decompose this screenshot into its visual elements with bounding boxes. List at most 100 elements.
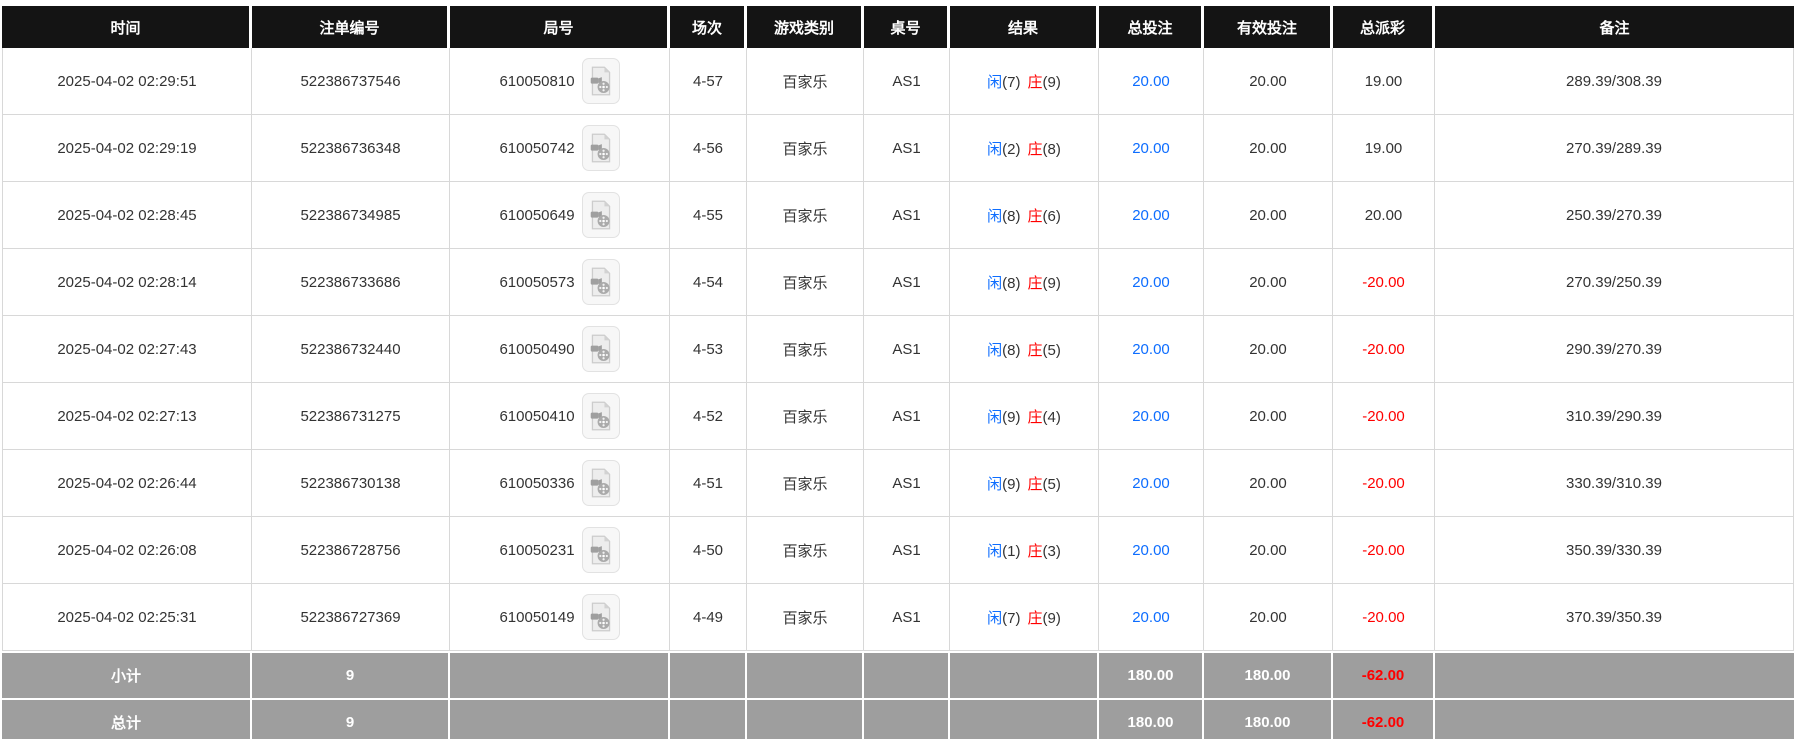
time-cell: 2025-04-02 02:28:14 (2, 249, 252, 316)
table-row: 2025-04-02 02:27:43 522386732440 6100504… (2, 316, 1794, 383)
banker-result-label: 庄 (1027, 341, 1043, 359)
banker-result-score: (6) (1042, 207, 1061, 225)
total-bet-cell: 20.00 (1099, 450, 1204, 517)
banker-result-score: (3) (1042, 542, 1061, 560)
round-no-cell: 610050490 (450, 316, 670, 383)
player-result-score: (8) (1002, 341, 1021, 359)
video-replay-button[interactable] (581, 594, 620, 640)
player-result-label: 闲 (987, 207, 1003, 225)
total-row: 总计 9 180.00 180.00 -62.00 (2, 698, 1794, 739)
result-cell: 闲(7) 庄(9) (950, 584, 1099, 651)
round-no-text: 610050410 (499, 407, 575, 425)
video-replay-button[interactable] (581, 192, 620, 238)
footer-empty-cell (450, 698, 670, 739)
footer-empty-cell (950, 698, 1099, 739)
session-cell: 4-55 (670, 182, 747, 249)
player-result-label: 闲 (987, 408, 1003, 426)
round-no-text: 610050649 (499, 206, 575, 224)
round-no-cell: 610050742 (450, 115, 670, 182)
session-cell: 4-51 (670, 450, 747, 517)
time-cell: 2025-04-02 02:28:45 (2, 182, 252, 249)
valid-bet-cell: 20.00 (1204, 115, 1333, 182)
total-bet-cell: 20.00 (1099, 115, 1204, 182)
remark-cell: 270.39/289.39 (1435, 115, 1794, 182)
total-bet-cell: 20.00 (1099, 249, 1204, 316)
player-result-label: 闲 (987, 542, 1003, 560)
game-type-cell: 百家乐 (747, 517, 864, 584)
video-file-icon (590, 66, 610, 96)
table-no-cell: AS1 (864, 450, 950, 517)
total-label-cell: 总计 (2, 698, 252, 739)
video-replay-button[interactable] (581, 58, 620, 104)
payout-cell: -20.00 (1333, 584, 1435, 651)
total-valid-bet-cell: 180.00 (1204, 698, 1333, 739)
bet-no-cell: 522386730138 (252, 450, 450, 517)
video-replay-button[interactable] (581, 259, 620, 305)
valid-bet-cell: 20.00 (1204, 584, 1333, 651)
table-no-cell: AS1 (864, 115, 950, 182)
round-no-text: 610050336 (499, 474, 575, 492)
footer-payout-cell: -62.00 (1333, 651, 1435, 698)
banker-result-label: 庄 (1027, 408, 1043, 426)
bet-no-cell: 522386731275 (252, 383, 450, 450)
footer-payout-cell: -62.00 (1333, 698, 1435, 739)
video-replay-button[interactable] (581, 460, 620, 506)
footer-empty-cell (747, 698, 864, 739)
banker-result-label: 庄 (1027, 274, 1043, 292)
total-bet-cell: 20.00 (1099, 517, 1204, 584)
video-replay-button[interactable] (581, 326, 620, 372)
subtotal-count-cell: 9 (252, 651, 450, 698)
footer-empty-cell (450, 651, 670, 698)
bet-no-cell: 522386734985 (252, 182, 450, 249)
player-result-score: (9) (1002, 408, 1021, 426)
player-result-label: 闲 (987, 341, 1003, 359)
valid-bet-cell: 20.00 (1204, 316, 1333, 383)
video-file-icon (590, 535, 610, 565)
player-result-label: 闲 (987, 140, 1003, 158)
round-no-text: 610050810 (499, 72, 575, 90)
table-row: 2025-04-02 02:29:19 522386736348 6100507… (2, 115, 1794, 182)
game-type-cell: 百家乐 (747, 316, 864, 383)
player-result-label: 闲 (987, 475, 1003, 493)
result-cell: 闲(7) 庄(9) (950, 48, 1099, 115)
remark-cell: 370.39/350.39 (1435, 584, 1794, 651)
total-bet-cell: 20.00 (1099, 182, 1204, 249)
round-no-text: 610050149 (499, 608, 575, 626)
table-no-cell: AS1 (864, 584, 950, 651)
banker-result-label: 庄 (1027, 207, 1043, 225)
session-cell: 4-53 (670, 316, 747, 383)
player-result-label: 闲 (987, 609, 1003, 627)
table-row: 2025-04-02 02:26:44 522386730138 6100503… (2, 450, 1794, 517)
video-replay-button[interactable] (581, 393, 620, 439)
bet-records-table: 时间 注单编号 局号 场次 游戏类别 桌号 结果 总投注 有效投注 总派彩 备注… (2, 6, 1794, 739)
player-result-score: (7) (1002, 609, 1021, 627)
table-no-cell: AS1 (864, 182, 950, 249)
table-row: 2025-04-02 02:28:14 522386733686 6100505… (2, 249, 1794, 316)
game-type-cell: 百家乐 (747, 584, 864, 651)
round-no-cell: 610050336 (450, 450, 670, 517)
video-file-icon (590, 401, 610, 431)
col-header-total-payout: 总派彩 (1333, 6, 1435, 48)
video-replay-button[interactable] (581, 527, 620, 573)
round-no-cell: 610050231 (450, 517, 670, 584)
player-result-score: (1) (1002, 542, 1021, 560)
footer-empty-cell (670, 651, 747, 698)
session-cell: 4-54 (670, 249, 747, 316)
banker-result-label: 庄 (1027, 542, 1043, 560)
total-bet-cell: 20.00 (1099, 316, 1204, 383)
table-row: 2025-04-02 02:26:08 522386728756 6100502… (2, 517, 1794, 584)
video-file-icon (590, 267, 610, 297)
payout-cell: 19.00 (1333, 48, 1435, 115)
table-row: 2025-04-02 02:29:51 522386737546 6100508… (2, 48, 1794, 115)
player-result-label: 闲 (987, 73, 1003, 91)
footer-empty-cell (864, 698, 950, 739)
payout-cell: -20.00 (1333, 383, 1435, 450)
round-no-text: 610050231 (499, 541, 575, 559)
valid-bet-cell: 20.00 (1204, 48, 1333, 115)
col-header-remark: 备注 (1435, 6, 1794, 48)
game-type-cell: 百家乐 (747, 249, 864, 316)
valid-bet-cell: 20.00 (1204, 249, 1333, 316)
player-result-score: (9) (1002, 475, 1021, 493)
video-replay-button[interactable] (581, 125, 620, 171)
session-cell: 4-56 (670, 115, 747, 182)
